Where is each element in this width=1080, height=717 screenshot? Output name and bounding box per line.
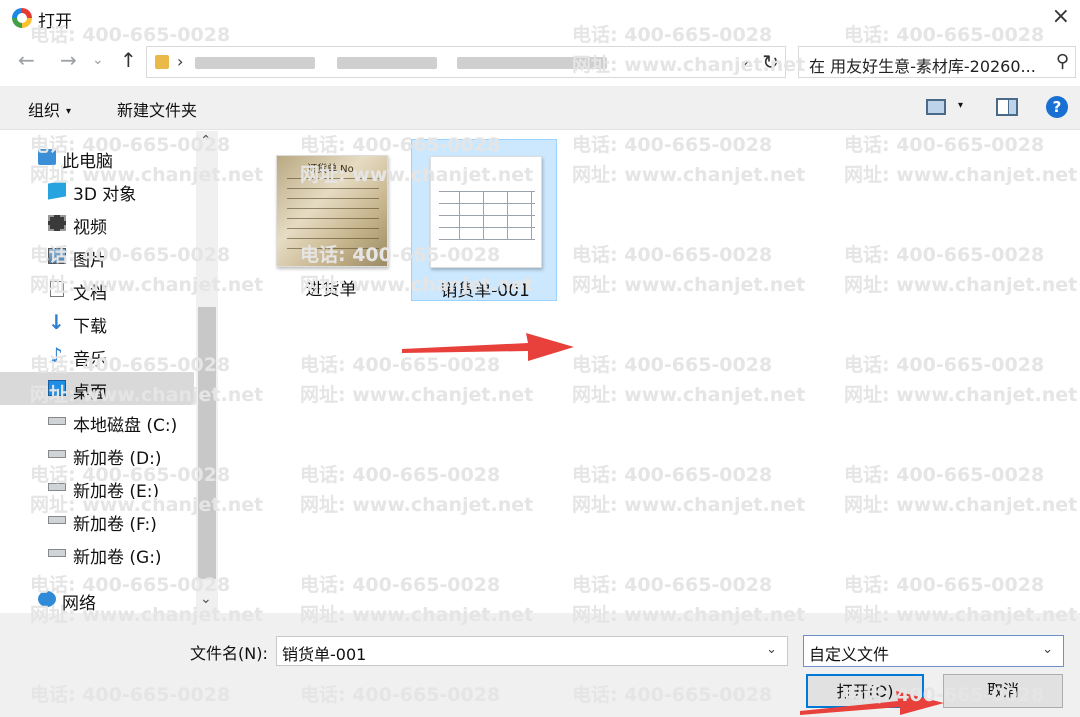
- nav-item-this-pc[interactable]: 此电脑: [0, 141, 194, 174]
- nav-item-label: 本地磁盘 (C:): [73, 416, 178, 436]
- annotation-arrow: [800, 691, 944, 715]
- path-dropdown-icon[interactable]: ⌄: [739, 53, 751, 69]
- organize-button[interactable]: 组织 ▾: [28, 97, 71, 121]
- organize-label: 组织: [28, 101, 61, 120]
- drive-icon: [48, 549, 66, 557]
- nav-item-drive-d[interactable]: 新加卷 (D:): [0, 438, 194, 471]
- blurred-path-segment: [195, 57, 315, 69]
- nav-item-label: 新加卷 (D:): [73, 449, 162, 469]
- scroll-up-icon[interactable]: ⌃: [200, 133, 212, 149]
- nav-item-label: 网络: [62, 594, 96, 614]
- cancel-button[interactable]: 取消: [943, 674, 1063, 708]
- downloads-icon: ↓: [48, 310, 65, 334]
- nav-item-drive-f[interactable]: 新加卷 (F:): [0, 504, 194, 537]
- chevron-down-icon: ▾: [66, 106, 72, 117]
- history-dropdown-icon[interactable]: ⌄: [92, 52, 104, 68]
- local-disk-icon: [48, 417, 66, 425]
- thumbnail-title: 订货单 No.: [307, 164, 357, 175]
- desktop-icon: [48, 380, 66, 396]
- filename-input[interactable]: 销货单-001 ⌄: [276, 636, 788, 666]
- blurred-path-segment: [457, 57, 607, 69]
- nav-scrollbar[interactable]: ⌃ ⌄: [196, 131, 218, 613]
- nav-item-desktop[interactable]: 桌面: [0, 372, 194, 405]
- app-logo-icon: [12, 8, 32, 28]
- music-icon: ♪: [50, 343, 63, 367]
- dialog-footer: 文件名(N): 销货单-001 ⌄ 自定义文件 ⌄ 打开(O) 取消: [0, 613, 1080, 717]
- filetype-value: 自定义文件: [809, 645, 890, 664]
- drive-icon: [48, 483, 66, 491]
- change-view-icon[interactable]: [926, 99, 946, 115]
- close-icon[interactable]: ×: [1052, 4, 1070, 29]
- nav-item-label: 新加卷 (G:): [73, 548, 162, 568]
- nav-item-3d-objects[interactable]: 3D 对象: [0, 174, 194, 207]
- nav-item-music[interactable]: ♪ 音乐: [0, 339, 194, 372]
- command-toolbar: 组织 ▾ 新建文件夹 ▾ ?: [0, 86, 1080, 130]
- nav-item-network[interactable]: 网络: [0, 583, 194, 616]
- drive-icon: [48, 450, 66, 458]
- nav-item-label: 新加卷 (E:): [73, 482, 160, 502]
- new-folder-button[interactable]: 新建文件夹: [117, 97, 197, 121]
- nav-item-videos[interactable]: 视频: [0, 207, 194, 240]
- window-title: 打开: [38, 12, 72, 32]
- this-pc-icon: [38, 149, 56, 165]
- nav-item-drive-e[interactable]: 新加卷 (E:): [0, 471, 194, 504]
- file-item[interactable]: 订货单 No. 进货单: [258, 139, 404, 301]
- file-item-selected[interactable]: 销货单-001: [411, 139, 557, 301]
- preview-pane-icon[interactable]: [996, 98, 1018, 116]
- nav-item-documents[interactable]: 文档: [0, 273, 194, 306]
- nav-item-downloads[interactable]: ↓ 下载: [0, 306, 194, 339]
- back-icon[interactable]: ←: [18, 48, 35, 72]
- nav-item-label: 桌面: [73, 383, 107, 403]
- pictures-icon: [48, 248, 66, 264]
- breadcrumb-separator: ›: [177, 52, 184, 71]
- file-thumbnail: 订货单 No.: [276, 155, 388, 267]
- nav-item-label: 此电脑: [62, 152, 113, 172]
- nav-item-label: 下载: [73, 317, 107, 337]
- file-list: 订货单 No. 进货单 销货单-001: [218, 131, 1080, 613]
- forward-icon[interactable]: →: [60, 48, 77, 72]
- file-name: 进货单: [305, 280, 357, 300]
- chevron-down-icon[interactable]: ⌄: [766, 642, 777, 657]
- videos-icon: [48, 215, 66, 231]
- chevron-down-icon: ⌄: [1042, 642, 1053, 657]
- file-name: 销货单-001: [440, 281, 530, 301]
- path-box[interactable]: › ⌄ ↻: [146, 46, 786, 78]
- nav-item-label: 图片: [73, 251, 107, 271]
- help-icon[interactable]: ?: [1046, 96, 1068, 118]
- nav-item-label: 音乐: [73, 350, 107, 370]
- nav-item-label: 文档: [73, 284, 107, 304]
- scroll-down-icon[interactable]: ⌄: [200, 591, 212, 607]
- documents-icon: [50, 281, 64, 297]
- file-thumbnail: [430, 156, 542, 268]
- address-bar: ← → ⌄ ↑ › ⌄ ↻ 在 用友好生意-素材库-20260... ⚲: [0, 44, 1080, 80]
- filetype-select[interactable]: 自定义文件 ⌄: [803, 635, 1064, 667]
- navigation-pane: 此电脑 3D 对象 视频 图片 文档 ↓ 下载 ♪ 音乐 桌面 本地磁盘 (C:…: [0, 131, 218, 616]
- refresh-icon[interactable]: ↻: [762, 50, 779, 74]
- network-icon: [38, 591, 56, 607]
- title-bar: 打开 ×: [0, 0, 1080, 36]
- nav-item-local-disk-c[interactable]: 本地磁盘 (C:): [0, 405, 194, 438]
- nav-item-label: 3D 对象: [73, 185, 137, 205]
- filename-value: 销货单-001: [282, 645, 367, 664]
- nav-item-label: 新加卷 (F:): [73, 515, 157, 535]
- nav-item-pictures[interactable]: 图片: [0, 240, 194, 273]
- view-options-chevron-icon[interactable]: ▾: [958, 100, 963, 111]
- annotation-arrow: [402, 333, 574, 361]
- search-placeholder: 在 用友好生意-素材库-20260...: [809, 57, 1036, 76]
- drive-icon: [48, 516, 66, 524]
- folder-icon: [155, 55, 169, 69]
- up-folder-icon[interactable]: ↑: [120, 48, 137, 72]
- nav-item-label: 视频: [73, 218, 107, 238]
- search-input[interactable]: 在 用友好生意-素材库-20260... ⚲: [798, 46, 1076, 78]
- blurred-path-segment: [337, 57, 437, 69]
- search-icon[interactable]: ⚲: [1056, 51, 1069, 72]
- nav-item-drive-g[interactable]: 新加卷 (G:): [0, 537, 194, 570]
- filename-label: 文件名(N):: [190, 644, 268, 663]
- scroll-thumb[interactable]: [198, 307, 216, 579]
- 3d-objects-icon: [48, 180, 66, 200]
